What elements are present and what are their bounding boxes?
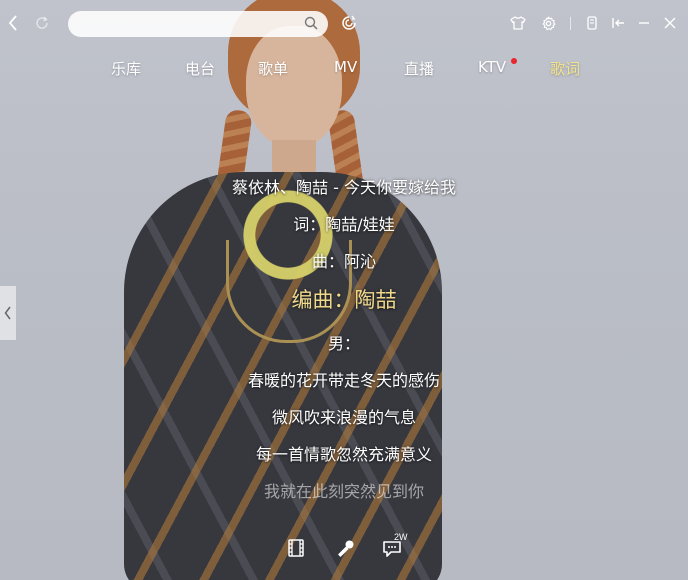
close-icon [664,17,676,29]
tab-mv[interactable]: MV [334,58,357,76]
lyric-line: 男： [327,334,360,353]
lyric-line-upcoming: 我就在此刻突然见到你 [263,482,424,501]
shrink-to-bar-button[interactable] [608,13,628,33]
refresh-icon [36,16,48,29]
lyric-line-current: 编曲：陶喆 [291,288,397,312]
mini-mode-button[interactable] [582,13,602,33]
mini-mode-icon [587,16,597,30]
search-box[interactable] [68,11,328,37]
microphone-icon [338,540,354,557]
tab-playlists[interactable]: 歌单 [258,58,288,79]
tab-lyrics[interactable]: 歌词 [550,58,580,79]
minimize-icon [639,22,649,24]
song-recognition-button[interactable] [340,13,358,33]
settings-button[interactable] [538,13,558,33]
search-icon[interactable] [304,16,318,30]
minimize-button[interactable] [634,13,654,33]
skin-button[interactable] [508,13,528,33]
gear-icon [542,16,555,30]
back-button[interactable] [4,12,22,34]
ktv-notification-dot [511,58,517,64]
mv-button[interactable] [286,538,308,560]
tab-live[interactable]: 直播 [404,58,434,79]
lyric-line: 微风吹来浪漫的气息 [271,408,416,427]
lyric-line-lyricist: 词：陶喆/娃娃 [293,215,395,234]
refresh-button[interactable] [32,12,52,34]
tab-radio[interactable]: 电台 [185,58,215,79]
lyric-line-composer: 曲：阿沁 [311,252,376,271]
lyric-line: 每一首情歌忽然充满意义 [255,445,432,464]
comments-count-badge: 2W [394,532,408,542]
main-nav-tabs: 乐库 电台 歌单 MV 直播 KTV 歌词 [0,58,688,80]
karaoke-button[interactable] [336,538,358,560]
tshirt-icon [510,16,526,30]
search-input[interactable] [82,14,296,36]
song-recognition-icon [342,15,356,30]
lyric-line: 春暖的花开带走冬天的感伤 [247,371,440,390]
tab-library[interactable]: 乐库 [111,58,141,79]
toolbar-divider [570,17,571,30]
lyric-line-song-title: 蔡依林、陶喆 - 今天你要嫁给我 [232,178,456,197]
chevron-left-icon [8,15,17,31]
tab-ktv[interactable]: KTV [478,58,506,76]
shrink-to-bar-icon [612,18,624,28]
close-button[interactable] [660,13,680,33]
film-icon [288,539,304,557]
